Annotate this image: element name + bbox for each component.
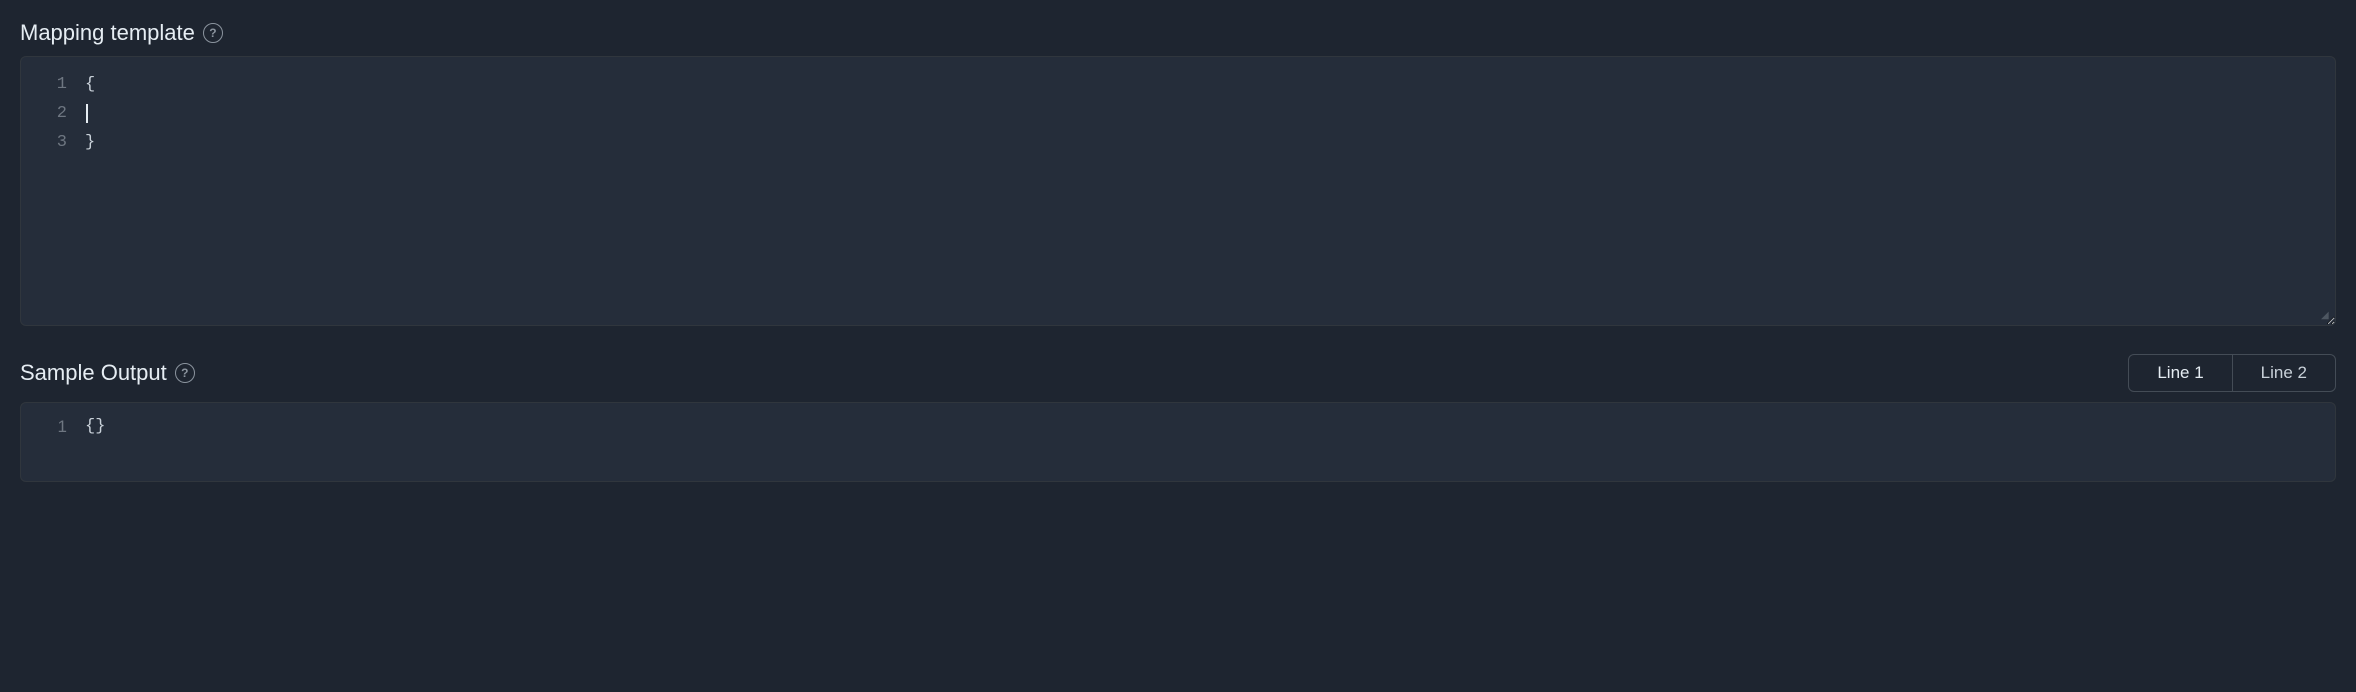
code-line-3: 3 } [21, 129, 2335, 158]
sample-output-left: Sample Output ? [20, 360, 195, 386]
tab-line1[interactable]: Line 1 [2129, 355, 2232, 391]
sample-output-title: Sample Output [20, 360, 167, 386]
output-line-1: 1 {} [21, 417, 2335, 437]
output-line-number-1: 1 [37, 417, 67, 437]
line-number-3: 3 [37, 129, 67, 158]
resize-handle[interactable]: ◢ [2321, 311, 2333, 323]
sample-output-header: Sample Output ? Line 1 Line 2 [20, 354, 2336, 392]
line-number-2: 2 [37, 100, 67, 129]
tab-group: Line 1 Line 2 [2128, 354, 2336, 392]
mapping-template-section: Mapping template ? 1 { 2 3 } ◢ [20, 20, 2336, 326]
code-line-2: 2 [21, 100, 2335, 129]
mapping-template-editor[interactable]: 1 { 2 3 } ◢ [20, 56, 2336, 326]
tab-line2[interactable]: Line 2 [2233, 355, 2335, 391]
code-lines: 1 { 2 3 } [21, 71, 2335, 158]
sample-output-display: 1 {} [20, 402, 2336, 482]
line-number-1: 1 [37, 71, 67, 100]
text-cursor [86, 104, 88, 123]
sample-output-help-icon[interactable]: ? [175, 363, 195, 383]
code-line-1: 1 { [21, 71, 2335, 100]
output-content-1: {} [85, 417, 105, 436]
line-content-2 [85, 100, 88, 129]
mapping-template-help-icon[interactable]: ? [203, 23, 223, 43]
line-content-1: { [85, 71, 95, 100]
line-content-3: } [85, 129, 95, 158]
sample-output-section: Sample Output ? Line 1 Line 2 1 {} [20, 354, 2336, 482]
mapping-template-header: Mapping template ? [20, 20, 2336, 46]
mapping-template-title: Mapping template [20, 20, 195, 46]
